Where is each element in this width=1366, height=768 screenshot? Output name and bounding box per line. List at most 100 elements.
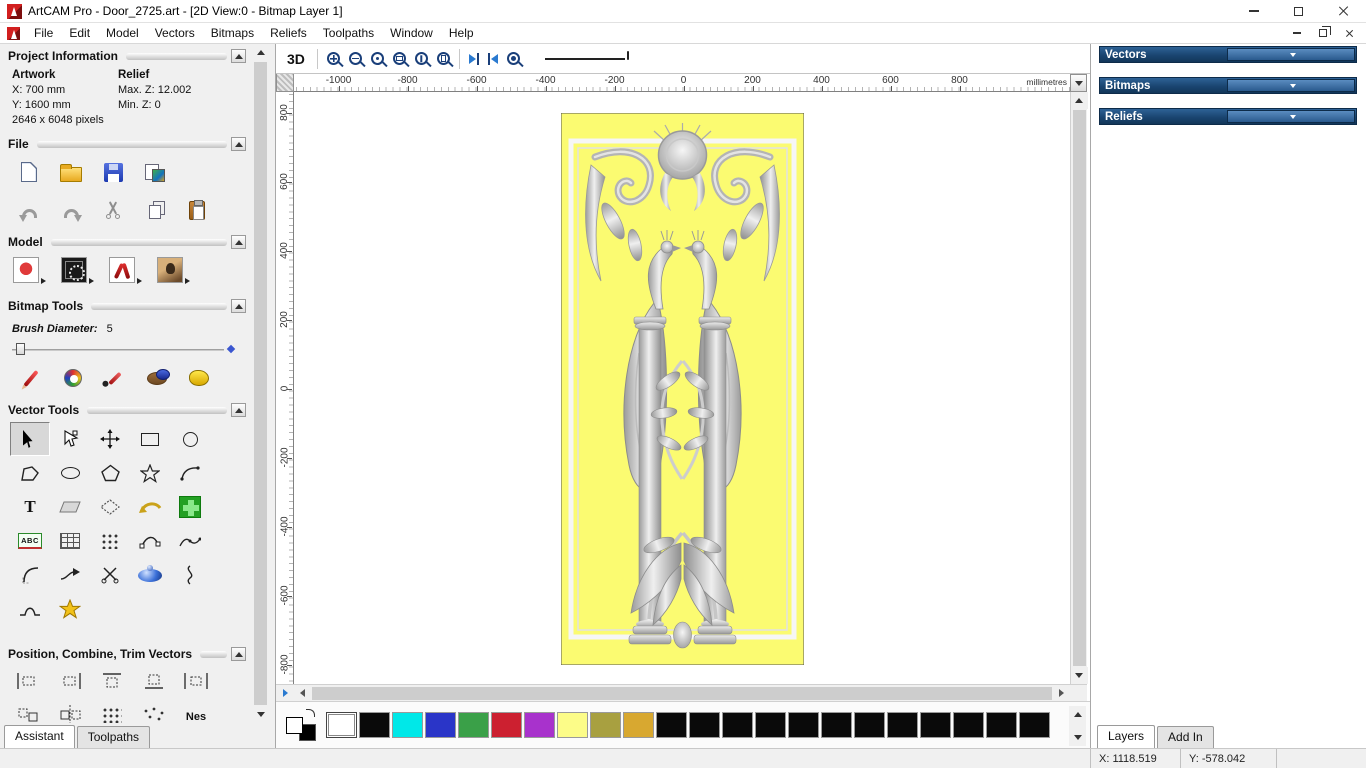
minimize-button[interactable] bbox=[1231, 0, 1276, 23]
create-star-outline-tool-icon[interactable] bbox=[130, 456, 170, 490]
mdi-restore-button[interactable] bbox=[1310, 25, 1336, 42]
collapse-section-button[interactable] bbox=[231, 299, 246, 313]
zoom-box-icon[interactable] bbox=[392, 52, 406, 65]
create-polyline-tool-icon[interactable] bbox=[10, 456, 50, 490]
center-in-page-tool-icon[interactable] bbox=[10, 702, 46, 723]
panel-tab[interactable]: Layers bbox=[1097, 725, 1156, 748]
cross-section-tool-icon[interactable] bbox=[10, 592, 50, 626]
ruler-units-dropdown[interactable] bbox=[1070, 74, 1087, 92]
zoom-out-icon[interactable] bbox=[348, 52, 362, 65]
expand-panel-button[interactable] bbox=[1226, 79, 1355, 92]
brush-diameter-slider[interactable] bbox=[12, 343, 236, 355]
view-split-box[interactable] bbox=[276, 684, 294, 701]
colour-swatch[interactable] bbox=[458, 712, 489, 738]
zoom-100-icon[interactable] bbox=[414, 52, 428, 65]
import-model-button[interactable] bbox=[138, 156, 172, 188]
colour-swatch[interactable] bbox=[722, 712, 753, 738]
diamond-tool-icon[interactable] bbox=[90, 490, 130, 524]
save-model-button[interactable] bbox=[96, 156, 130, 188]
panel-tab[interactable]: Toolpaths bbox=[76, 726, 151, 748]
panel-header[interactable]: Vectors bbox=[1099, 46, 1357, 63]
colour-swatch[interactable] bbox=[491, 712, 522, 738]
colour-swatch[interactable] bbox=[623, 712, 654, 738]
zoom-fit-icon[interactable] bbox=[436, 52, 450, 65]
spin-relief-tool-icon[interactable] bbox=[130, 558, 170, 592]
menu-item[interactable]: Window bbox=[382, 23, 441, 43]
new-model-button[interactable] bbox=[12, 156, 46, 188]
scroll-down-button[interactable] bbox=[252, 706, 269, 723]
draw-button[interactable] bbox=[98, 362, 132, 394]
nesting-tool-icon[interactable]: Nes bbox=[178, 702, 214, 723]
scroll-down-button[interactable] bbox=[1070, 667, 1088, 684]
canvas-vscrollbar[interactable] bbox=[1070, 92, 1088, 684]
smooth-relief-button[interactable] bbox=[58, 254, 96, 286]
join-vectors-tool-icon[interactable] bbox=[50, 558, 90, 592]
menu-item[interactable]: File bbox=[26, 23, 61, 43]
paint-button[interactable] bbox=[14, 362, 48, 394]
paste-block-tool-icon[interactable] bbox=[170, 490, 210, 524]
swap-colours-icon[interactable] bbox=[306, 709, 315, 717]
colour-swatch[interactable] bbox=[524, 712, 555, 738]
canvas-2d-view[interactable] bbox=[294, 92, 1070, 684]
create-ellipse-tool-icon[interactable] bbox=[50, 456, 90, 490]
snap-right-icon[interactable] bbox=[487, 52, 498, 65]
palette-scroll-down-button[interactable] bbox=[1069, 729, 1086, 746]
trim-vectors-tool-icon[interactable] bbox=[90, 558, 130, 592]
view-3d-button[interactable]: 3D bbox=[284, 50, 308, 68]
colour-swatch[interactable] bbox=[656, 712, 687, 738]
menu-item[interactable]: Toolpaths bbox=[315, 23, 382, 43]
colour-swatch[interactable] bbox=[557, 712, 588, 738]
maximize-button[interactable] bbox=[1276, 0, 1321, 23]
offset-vectors-tool-icon[interactable] bbox=[130, 490, 170, 524]
menu-item[interactable]: Model bbox=[98, 23, 147, 43]
assistant-scrollbar[interactable] bbox=[252, 44, 269, 723]
undo-button[interactable] bbox=[12, 194, 46, 226]
colour-swatch[interactable] bbox=[920, 712, 951, 738]
scroll-right-button[interactable] bbox=[1053, 684, 1070, 702]
menu-item[interactable]: Help bbox=[441, 23, 482, 43]
menu-item[interactable]: Reliefs bbox=[262, 23, 315, 43]
align-left-tool-icon[interactable] bbox=[10, 666, 46, 696]
menu-item[interactable]: Vectors bbox=[147, 23, 203, 43]
fillet-arc-tool-icon[interactable] bbox=[10, 558, 50, 592]
zoom-previous-icon[interactable] bbox=[370, 52, 384, 65]
create-arc-tool-icon[interactable] bbox=[170, 456, 210, 490]
align-bottom-tool-icon[interactable] bbox=[136, 666, 172, 696]
align-right-tool-icon[interactable] bbox=[52, 666, 88, 696]
colour-swatch[interactable] bbox=[953, 712, 984, 738]
collapse-section-button[interactable] bbox=[231, 235, 246, 249]
scrollbar-thumb[interactable] bbox=[1072, 110, 1086, 666]
block-copy-tool-icon[interactable] bbox=[94, 702, 130, 723]
scrollbar-thumb[interactable] bbox=[312, 686, 1052, 700]
wrap-text-tool-icon[interactable]: ABC bbox=[10, 524, 50, 558]
mdi-close-button[interactable] bbox=[1336, 25, 1362, 42]
measure-tool-icon[interactable] bbox=[50, 490, 90, 524]
transform-vectors-tool-icon[interactable] bbox=[90, 422, 130, 456]
flood-fill-button[interactable] bbox=[182, 362, 216, 394]
colour-swatch[interactable] bbox=[788, 712, 819, 738]
slider-handle[interactable] bbox=[16, 343, 25, 355]
close-button[interactable] bbox=[1321, 0, 1366, 23]
zoom-selection-icon[interactable] bbox=[506, 52, 520, 65]
primary-colour-swatch[interactable] bbox=[286, 717, 303, 734]
panel-tab[interactable]: Add In bbox=[1157, 726, 1214, 748]
colour-swatch[interactable] bbox=[326, 712, 357, 738]
colour-swatch[interactable] bbox=[821, 712, 852, 738]
select-vectors-tool-icon[interactable] bbox=[10, 422, 50, 456]
array-copy-tool-icon[interactable] bbox=[90, 524, 130, 558]
colour-swatch[interactable] bbox=[755, 712, 786, 738]
greyscale-button[interactable] bbox=[154, 254, 192, 286]
panel-tab[interactable]: Assistant bbox=[4, 725, 75, 748]
colour-swatch[interactable] bbox=[986, 712, 1017, 738]
create-filled-star-tool-icon[interactable] bbox=[50, 592, 90, 626]
paint-selective-button[interactable] bbox=[140, 362, 174, 394]
copy-button[interactable] bbox=[138, 194, 172, 226]
create-circle-tool-icon[interactable] bbox=[170, 422, 210, 456]
adjust-model-button[interactable] bbox=[10, 254, 48, 286]
colour-swatch[interactable] bbox=[854, 712, 885, 738]
slider-track[interactable] bbox=[12, 349, 224, 351]
palette-scrollbar[interactable] bbox=[1069, 706, 1086, 746]
menu-item[interactable]: Edit bbox=[61, 23, 98, 43]
colour-swatch[interactable] bbox=[359, 712, 390, 738]
cut-button[interactable] bbox=[96, 194, 130, 226]
